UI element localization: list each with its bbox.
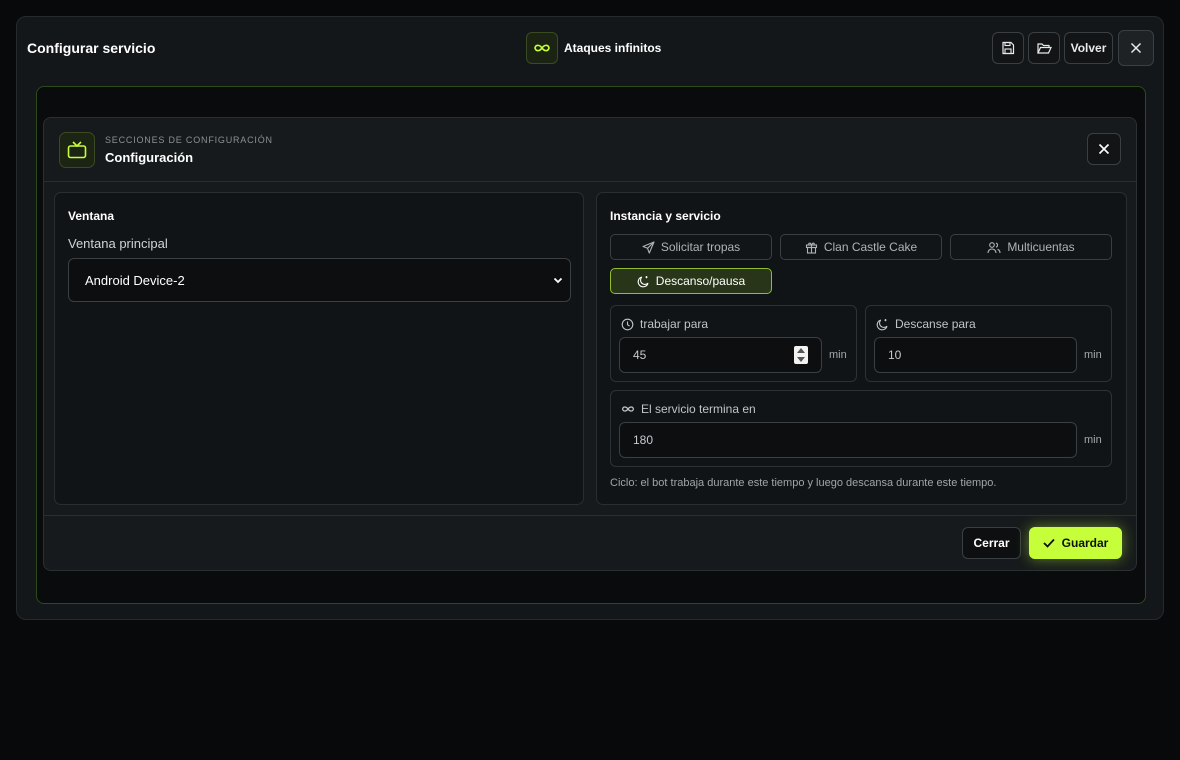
service-end-label: El servicio termina en (621, 402, 756, 416)
panel-title: Instancia y servicio (610, 209, 721, 223)
moon-icon (876, 318, 888, 330)
unit-label: min (829, 349, 847, 361)
back-button[interactable]: Volver (1064, 32, 1113, 64)
unit-label: min (1084, 434, 1102, 446)
service-end-input[interactable]: 180 (619, 422, 1077, 458)
save-icon (1002, 41, 1015, 55)
folder-open-icon (1036, 42, 1052, 54)
spinner-down-icon (797, 357, 805, 362)
work-time-input[interactable]: 45 (619, 337, 822, 373)
modal-close-button[interactable] (1087, 133, 1121, 165)
tab-label: Clan Castle Cake (823, 240, 918, 254)
instance-service-panel: Instancia y servicio Solicitar tropas Cl… (596, 192, 1127, 505)
clock-icon (621, 318, 634, 330)
rest-time-input[interactable]: 10 (874, 337, 1077, 373)
window-panel: Ventana Ventana principal Android Device… (54, 192, 584, 505)
config-modal: SECCIONES DE CONFIGURACIÓN Configuración… (43, 117, 1137, 571)
tab-label: Solicitar tropas (660, 240, 741, 254)
gift-icon (805, 242, 817, 254)
tab-descanso-pausa[interactable]: Descanso/pausa (610, 268, 772, 294)
spinner-up-icon (797, 348, 805, 353)
save-button[interactable]: Guardar (1029, 527, 1122, 559)
modal-header: SECCIONES DE CONFIGURACIÓN Configuración (44, 118, 1136, 182)
close-icon (1098, 143, 1110, 155)
window-header: Configurar servicio Ataques infinitos Vo… (17, 17, 1163, 79)
tab-solicitar-tropas[interactable]: Solicitar tropas (610, 234, 772, 260)
cancel-button[interactable]: Cerrar (962, 527, 1021, 559)
select-value: Android Device-2 (85, 272, 185, 288)
rest-time-card: Descanse para 10 min (865, 305, 1112, 382)
panel-title: Ventana (68, 209, 115, 223)
tab-multicuentas[interactable]: Multicuentas (950, 234, 1112, 260)
unit-label: min (1084, 349, 1102, 361)
number-spinner[interactable] (794, 346, 808, 364)
cycle-note: Ciclo: el bot trabaja durante este tiemp… (610, 477, 997, 489)
infinity-icon (621, 406, 635, 412)
field-label: Ventana principal (68, 236, 168, 251)
tab-label: Multicuentas (1007, 240, 1075, 254)
modal-title: Configuración (105, 150, 194, 165)
open-folder-button[interactable] (1028, 32, 1060, 64)
send-icon (642, 240, 655, 254)
chevron-down-icon (553, 277, 563, 284)
infinity-icon (526, 32, 558, 64)
rest-time-label: Descanse para (876, 317, 976, 331)
tab-clan-castle-cake[interactable]: Clan Castle Cake (780, 234, 942, 260)
service-name: Ataques infinitos (564, 41, 662, 55)
moon-icon (637, 275, 649, 287)
tv-icon (59, 132, 95, 168)
modal-footer: Cerrar Guardar (44, 515, 1136, 571)
main-window-select[interactable]: Android Device-2 (68, 258, 571, 302)
work-time-card: trabajar para 45 min (610, 305, 857, 382)
users-icon (987, 241, 1001, 253)
window-close-button[interactable] (1118, 30, 1154, 66)
close-icon (1130, 42, 1142, 54)
service-badge: Ataques infinitos (526, 32, 661, 64)
modal-subtitle: SECCIONES DE CONFIGURACIÓN (105, 135, 273, 145)
save-label: Guardar (1061, 536, 1109, 550)
work-time-label: trabajar para (621, 317, 708, 331)
window-title: Configurar servicio (27, 40, 156, 56)
service-end-card: El servicio termina en 180 min (610, 390, 1112, 467)
save-icon-button[interactable] (992, 32, 1024, 64)
tab-label: Descanso/pausa (655, 274, 746, 288)
check-icon (1043, 538, 1055, 548)
